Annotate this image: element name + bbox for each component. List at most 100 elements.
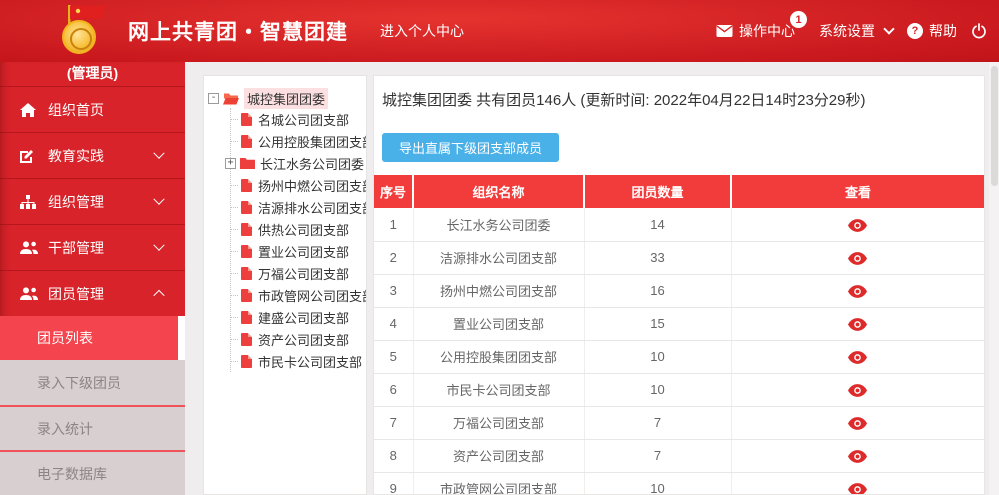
tree-item[interactable]: 万福公司团支部	[231, 262, 366, 284]
row-org-name: 万福公司团支部	[413, 406, 584, 439]
tree-item[interactable]: 建盛公司团支部	[231, 306, 366, 328]
eye-icon[interactable]	[848, 450, 867, 463]
sidebar-item-education[interactable]: 教育实践	[0, 132, 185, 178]
row-index: 4	[374, 307, 413, 340]
expand-plus-icon[interactable]: +	[225, 158, 236, 169]
tree-item[interactable]: 名城公司团支部	[231, 108, 366, 130]
organization-tree-panel: - 城控集团团委 名城公司团支部 公用控股集团团支部 + 长江水务公司团委 扬州…	[203, 75, 367, 495]
system-settings-button[interactable]: 系统设置	[819, 21, 893, 41]
column-header-member-count: 团员数量	[584, 175, 731, 208]
export-members-button[interactable]: 导出直属下级团支部成员	[382, 133, 559, 162]
logout-power-button[interactable]	[971, 23, 987, 39]
table-row: 2 洁源排水公司团支部 33	[374, 241, 984, 274]
file-icon	[241, 179, 252, 192]
eye-icon[interactable]	[848, 417, 867, 430]
question-icon: ?	[907, 23, 923, 39]
chevron-down-icon	[153, 239, 164, 250]
eye-icon[interactable]	[848, 483, 867, 495]
table-row: 4 置业公司团支部 15	[374, 307, 984, 340]
column-header-index: 序号	[374, 175, 413, 208]
eye-icon[interactable]	[848, 252, 867, 265]
table-row: 5 公用控股集团团支部 10	[374, 340, 984, 373]
tree-item-expandable[interactable]: + 长江水务公司团委	[225, 152, 366, 174]
table-row: 8 资产公司团支部 7	[374, 439, 984, 472]
tree-item[interactable]: 市民卡公司团支部	[231, 350, 366, 372]
sidebar-item-org-home[interactable]: 组织首页	[0, 86, 185, 132]
row-org-name: 公用控股集团团支部	[413, 340, 584, 373]
eye-icon[interactable]	[848, 318, 867, 331]
row-member-count: 10	[584, 472, 731, 495]
row-member-count: 10	[584, 340, 731, 373]
sidebar-item-label: 干部管理	[48, 238, 104, 258]
file-icon	[241, 201, 252, 214]
sidebar-item-label: 组织首页	[48, 100, 104, 120]
sidebar-item-organization[interactable]: 组织管理	[0, 178, 185, 224]
row-view-cell	[731, 340, 984, 373]
table-row: 6 市民卡公司团支部 10	[374, 373, 984, 406]
top-header-bar: 网上共青团・智慧团建 进入个人中心 操作中心 1 系统设置 ? 帮助	[0, 0, 999, 62]
chevron-down-icon	[883, 23, 894, 34]
action-center-label: 操作中心	[739, 21, 795, 41]
tree-item[interactable]: 资产公司团支部	[231, 328, 366, 350]
scrollbar-thumb[interactable]	[991, 66, 998, 186]
table-row: 9 市政管网公司团支部 10	[374, 472, 984, 495]
row-org-name: 长江水务公司团委	[413, 208, 584, 241]
role-label: (管理员)	[0, 62, 185, 86]
row-org-name: 市民卡公司团支部	[413, 373, 584, 406]
row-view-cell	[731, 406, 984, 439]
file-icon	[241, 289, 252, 302]
tree-item[interactable]: 市政管网公司团支部	[231, 284, 366, 306]
app-title: 网上共青团・智慧团建	[128, 16, 348, 46]
file-icon	[241, 245, 252, 258]
row-member-count: 15	[584, 307, 731, 340]
sidebar-subitem-label: 录入下级团员	[37, 373, 121, 393]
tree-item[interactable]: 置业公司团支部	[231, 240, 366, 262]
page-scrollbar[interactable]	[989, 62, 999, 495]
row-index: 3	[374, 274, 413, 307]
row-view-cell	[731, 472, 984, 495]
action-center-button[interactable]: 操作中心 1	[716, 21, 795, 41]
sidebar-item-cadre[interactable]: 干部管理	[0, 224, 185, 270]
chevron-up-icon	[153, 289, 164, 300]
sidebar-subitem-electronic-database[interactable]: 电子数据库	[0, 450, 185, 495]
sidebar-subitem-enter-lower-members[interactable]: 录入下级团员	[0, 360, 185, 405]
tree-item[interactable]: 洁源排水公司团支部	[231, 196, 366, 218]
table-row: 3 扬州中燃公司团支部 16	[374, 274, 984, 307]
file-icon	[241, 333, 252, 346]
table-row: 7 万福公司团支部 7	[374, 406, 984, 439]
row-member-count: 16	[584, 274, 731, 307]
row-view-cell	[731, 208, 984, 241]
tree-root-item[interactable]: - 城控集团团委	[208, 88, 366, 108]
eye-icon[interactable]	[848, 219, 867, 232]
file-icon	[241, 135, 252, 148]
personal-center-link[interactable]: 进入个人中心	[380, 21, 464, 41]
open-folder-icon	[223, 92, 239, 105]
help-button[interactable]: ? 帮助	[907, 21, 957, 41]
row-org-name: 市政管网公司团支部	[413, 472, 584, 495]
eye-icon[interactable]	[848, 351, 867, 364]
edit-icon	[20, 148, 38, 164]
row-index: 7	[374, 406, 413, 439]
eye-icon[interactable]	[848, 384, 867, 397]
row-member-count: 7	[584, 406, 731, 439]
sidebar-subitem-label: 电子数据库	[37, 464, 107, 484]
tree-root-label[interactable]: 城控集团团委	[244, 88, 328, 109]
left-sidebar-nav: (管理员) 组织首页 教育实践 组织管理 干部管理 团员管理 团	[0, 62, 185, 495]
cadre-users-icon	[20, 240, 38, 256]
chevron-down-icon	[153, 193, 164, 204]
tree-item[interactable]: 供热公司团支部	[231, 218, 366, 240]
row-member-count: 33	[584, 241, 731, 274]
sidebar-subitem-entry-stats[interactable]: 录入统计	[0, 405, 185, 450]
eye-icon[interactable]	[848, 285, 867, 298]
chevron-down-icon	[153, 147, 164, 158]
tree-item[interactable]: 扬州中燃公司团支部	[231, 174, 366, 196]
collapse-minus-icon[interactable]: -	[208, 93, 219, 104]
home-icon	[20, 102, 38, 118]
tree-item[interactable]: 公用控股集团团支部	[231, 130, 366, 152]
sitemap-icon	[20, 194, 38, 210]
row-member-count: 14	[584, 208, 731, 241]
sidebar-item-members[interactable]: 团员管理	[0, 270, 185, 316]
communist-youth-league-emblem-icon	[58, 6, 110, 56]
sidebar-subitem-member-list[interactable]: 团员列表	[0, 316, 185, 360]
row-org-name: 扬州中燃公司团支部	[413, 274, 584, 307]
